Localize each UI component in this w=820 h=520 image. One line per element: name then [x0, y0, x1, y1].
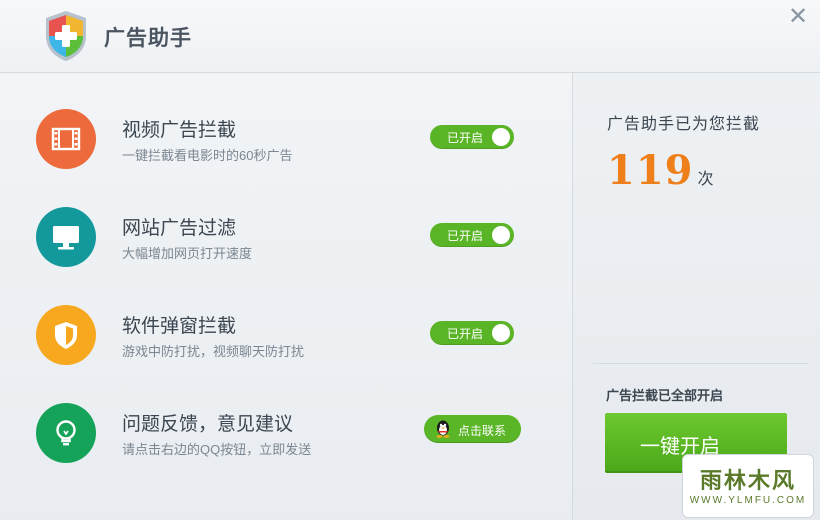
- website-ad-filter-toggle[interactable]: 已开启: [430, 223, 514, 247]
- popup-block-toggle[interactable]: 已开启: [430, 321, 514, 345]
- qq-penguin-icon: [434, 419, 452, 439]
- divider: [593, 363, 809, 364]
- feature-title: 网站广告过滤: [122, 218, 237, 239]
- lightbulb-icon: [36, 403, 96, 463]
- feature-popup-block: 软件弹窗拦截 游戏中防打扰，视频聊天防打扰 已开启: [0, 305, 572, 375]
- toggle-label: 已开启: [447, 131, 484, 145]
- watermark-url: WWW.YLMFU.COM: [689, 495, 807, 506]
- feature-website-ad-filter: 网站广告过滤 大幅增加网页打开速度 已开启: [0, 207, 572, 277]
- film-icon: [36, 109, 96, 169]
- contact-button-label: 点击联系: [458, 424, 507, 438]
- feature-video-ad-block: 视频广告拦截 一键拦截看电影时的60秒广告 已开启: [0, 109, 572, 179]
- watermark-title: 雨林木风: [699, 468, 796, 493]
- feature-title: 问题反馈，意见建议: [122, 414, 294, 435]
- app-title: 广告助手: [104, 27, 192, 50]
- feature-title: 视频广告拦截: [122, 120, 237, 141]
- video-ad-block-toggle[interactable]: 已开启: [430, 125, 514, 149]
- feature-description: 大幅增加网页打开速度: [122, 246, 253, 261]
- shield-icon: [36, 305, 96, 365]
- monitor-icon: [36, 207, 96, 267]
- blocked-count-unit: 次: [697, 171, 714, 188]
- title-bar: 广告助手 ✕: [0, 0, 820, 73]
- feature-title: 软件弹窗拦截: [122, 316, 237, 337]
- blocked-count: 119 次: [607, 147, 714, 194]
- close-button[interactable]: ✕: [784, 2, 812, 30]
- feature-list: 视频广告拦截 一键拦截看电影时的60秒广告 已开启 网站广告过滤 大幅增加网页打…: [0, 73, 572, 520]
- feature-description: 一键拦截看电影时的60秒广告: [122, 148, 293, 163]
- blocked-count-label: 广告助手已为您拦截: [607, 116, 761, 133]
- feature-feedback: 问题反馈，意见建议 请点击右边的QQ按钮，立即发送 点击联系: [0, 403, 572, 473]
- feature-description: 请点击右边的QQ按钮，立即发送: [122, 442, 312, 457]
- feature-description: 游戏中防打扰，视频聊天防打扰: [122, 344, 305, 359]
- watermark-logo: 雨林木风 WWW.YLMFU.COM: [682, 454, 814, 518]
- all-enabled-status: 广告拦截已全部开启: [606, 388, 724, 403]
- app-window: 广告助手 ✕ 视频广告拦截 一键拦截看电影时的60秒广告 已开启 网站广告过滤 …: [0, 0, 820, 520]
- toggle-knob: [492, 226, 510, 244]
- toggle-label: 已开启: [447, 327, 484, 341]
- toggle-label: 已开启: [447, 229, 484, 243]
- toggle-knob: [492, 324, 510, 342]
- shield-plus-icon: [40, 8, 92, 64]
- stats-panel: 广告助手已为您拦截 119 次 广告拦截已全部开启 一键开启: [572, 73, 820, 520]
- toggle-knob: [492, 128, 510, 146]
- close-icon: ✕: [787, 2, 809, 30]
- contact-qq-button[interactable]: 点击联系: [424, 415, 521, 443]
- blocked-count-number: 119: [607, 147, 694, 194]
